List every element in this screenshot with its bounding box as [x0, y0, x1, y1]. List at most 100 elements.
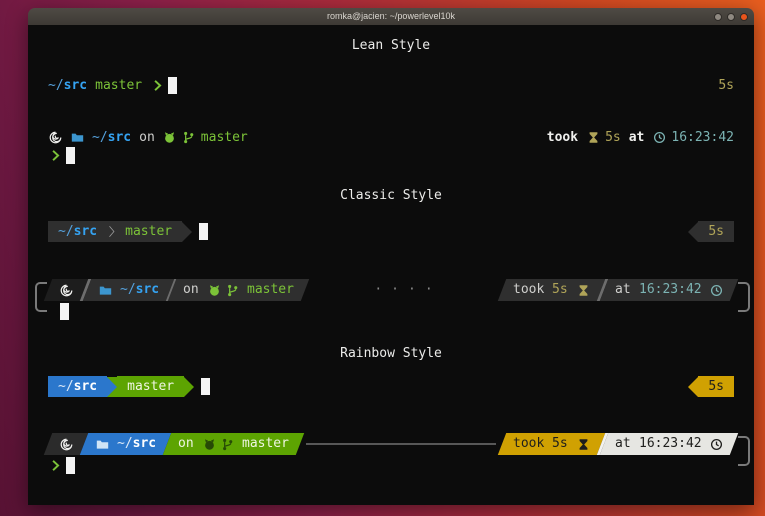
path-prefix: ~/	[120, 282, 136, 297]
clock-icon	[709, 283, 723, 297]
path-prefix: ~/	[117, 436, 133, 451]
hourglass-icon	[576, 283, 590, 297]
hourglass-icon	[576, 437, 590, 451]
path-dir: src	[135, 282, 158, 297]
path-dir: src	[64, 78, 87, 93]
git-branch-name: master	[125, 224, 172, 239]
folder-icon	[95, 437, 109, 451]
path-prefix: ~/	[92, 130, 108, 145]
os-logo-icon	[48, 131, 62, 145]
terminal-cursor	[60, 303, 69, 320]
command-duration: 5s	[718, 78, 734, 93]
path-segment: ~/src	[80, 433, 172, 455]
folder-icon	[98, 283, 112, 297]
git-branch-name: master	[201, 130, 248, 145]
classic-segment-bar: ~/src on master ···· took 5s at	[48, 279, 734, 301]
powerline-arrow-icon	[107, 377, 117, 397]
path-segment: ~/src	[48, 376, 107, 397]
terminal-window: romka@jacien: ~/powerlevel10k Lean Style…	[28, 8, 754, 505]
terminal-cursor	[66, 147, 75, 164]
command-duration: 5s	[553, 433, 569, 455]
window-titlebar[interactable]: romka@jacien: ~/powerlevel10k	[28, 8, 754, 25]
github-octocat-icon	[163, 131, 177, 145]
git-segment: master	[117, 376, 184, 397]
current-time: 16:23:42	[638, 279, 701, 301]
git-segment: on master	[163, 433, 304, 455]
on-label: on	[139, 130, 155, 145]
hourglass-icon	[586, 131, 600, 145]
window-controls	[714, 8, 748, 25]
at-label: at	[615, 433, 631, 455]
path-dir: src	[108, 130, 131, 145]
powerline-arrow-icon	[182, 222, 192, 242]
gap-filler-line	[306, 443, 496, 445]
prompt-frame-right	[738, 282, 750, 312]
minimize-button[interactable]	[714, 13, 722, 21]
close-button[interactable]	[740, 13, 748, 21]
lean-style-heading: Lean Style	[48, 37, 734, 55]
powerline-arrow-icon	[688, 222, 698, 242]
os-logo-icon	[59, 437, 73, 451]
path-prefix: ~/	[58, 379, 74, 394]
took-label: took	[513, 279, 544, 301]
command-duration: 5s	[708, 379, 724, 394]
powerline-arrow-icon	[688, 377, 698, 397]
clock-icon	[652, 131, 666, 145]
at-label: at	[629, 130, 645, 145]
rainbow-style-heading: Rainbow Style	[48, 345, 734, 363]
github-octocat-icon	[207, 283, 221, 297]
rainbow-two-line-prompt: ~/src on master took 5s at 16:23:42	[48, 433, 734, 475]
classic-one-line-prompt: ~/src master 5s	[48, 221, 734, 242]
on-label: on	[183, 279, 199, 301]
git-segment: on master	[168, 279, 309, 301]
current-time: 16:23:42	[638, 433, 701, 455]
classic-input-line	[48, 301, 734, 321]
at-label: at	[615, 279, 631, 301]
classic-style-heading: Classic Style	[48, 187, 734, 205]
powerline-arrow-icon	[184, 377, 194, 397]
path-prefix: ~/	[48, 78, 64, 93]
folder-icon	[70, 131, 84, 145]
command-duration: 5s	[553, 279, 569, 301]
duration-segment: took 5s	[498, 433, 605, 455]
terminal-cursor	[201, 378, 210, 395]
prompt-chevron-icon	[150, 79, 164, 93]
rainbow-input-line	[48, 455, 734, 475]
git-branch-icon	[220, 437, 234, 451]
duration-segment: took 5s	[498, 279, 605, 301]
prompt-chevron-icon	[48, 148, 62, 162]
terminal-cursor	[168, 77, 177, 94]
window-title: romka@jacien: ~/powerlevel10k	[327, 8, 455, 25]
prompt-frame-right	[738, 436, 750, 466]
rainbow-segment-bar: ~/src on master took 5s at 16:23:42	[48, 433, 734, 455]
github-octocat-icon	[202, 437, 216, 451]
terminal-content[interactable]: Lean Style ~/src master 5s ~/src on	[28, 25, 754, 505]
lean-two-line-prompt: ~/src on master took 5s at 16:23:42	[48, 130, 734, 145]
command-duration: 5s	[605, 130, 621, 145]
lean-input-line	[48, 145, 734, 165]
git-branch-name: master	[127, 379, 174, 394]
git-branch-name: master	[95, 78, 142, 93]
clock-icon	[709, 437, 723, 451]
time-segment: at 16:23:42	[599, 433, 738, 455]
rainbow-one-line-prompt: ~/src master 5s	[48, 376, 734, 397]
path-prefix: ~/	[58, 224, 74, 239]
git-branch-name: master	[247, 279, 294, 301]
maximize-button[interactable]	[727, 13, 735, 21]
took-label: took	[513, 433, 544, 455]
duration-segment: 5s	[698, 221, 734, 242]
time-segment: at 16:23:42	[599, 279, 738, 301]
terminal-cursor	[66, 457, 75, 474]
lean-one-line-prompt: ~/src master 5s	[48, 77, 734, 94]
path-segment: ~/src	[82, 279, 174, 301]
git-branch-name: master	[242, 433, 289, 455]
gap-filler-dots: ····	[305, 279, 502, 301]
on-label: on	[178, 433, 194, 455]
duration-segment: 5s	[698, 376, 734, 397]
took-label: took	[547, 130, 578, 145]
path-dir: src	[133, 436, 156, 451]
os-logo-icon	[59, 283, 73, 297]
prompt-chevron-icon	[48, 458, 62, 472]
git-branch-icon	[225, 283, 239, 297]
path-dir: src	[74, 224, 97, 239]
